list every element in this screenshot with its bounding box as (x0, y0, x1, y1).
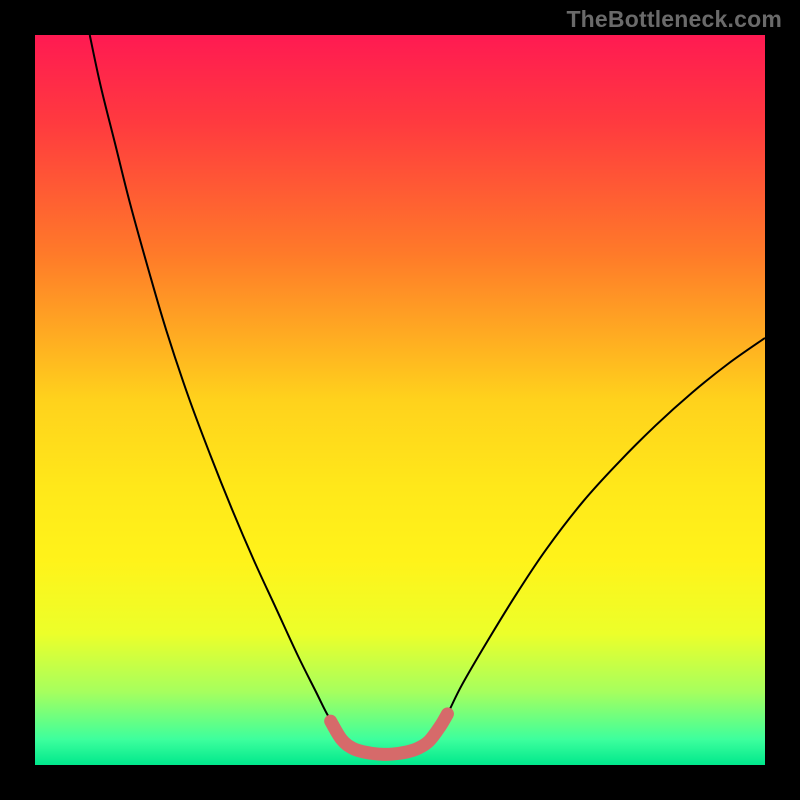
chart-container: TheBottleneck.com (0, 0, 800, 800)
gradient-background (35, 35, 765, 765)
chart-svg (35, 35, 765, 765)
plot-area (35, 35, 765, 765)
watermark-text: TheBottleneck.com (566, 6, 782, 33)
